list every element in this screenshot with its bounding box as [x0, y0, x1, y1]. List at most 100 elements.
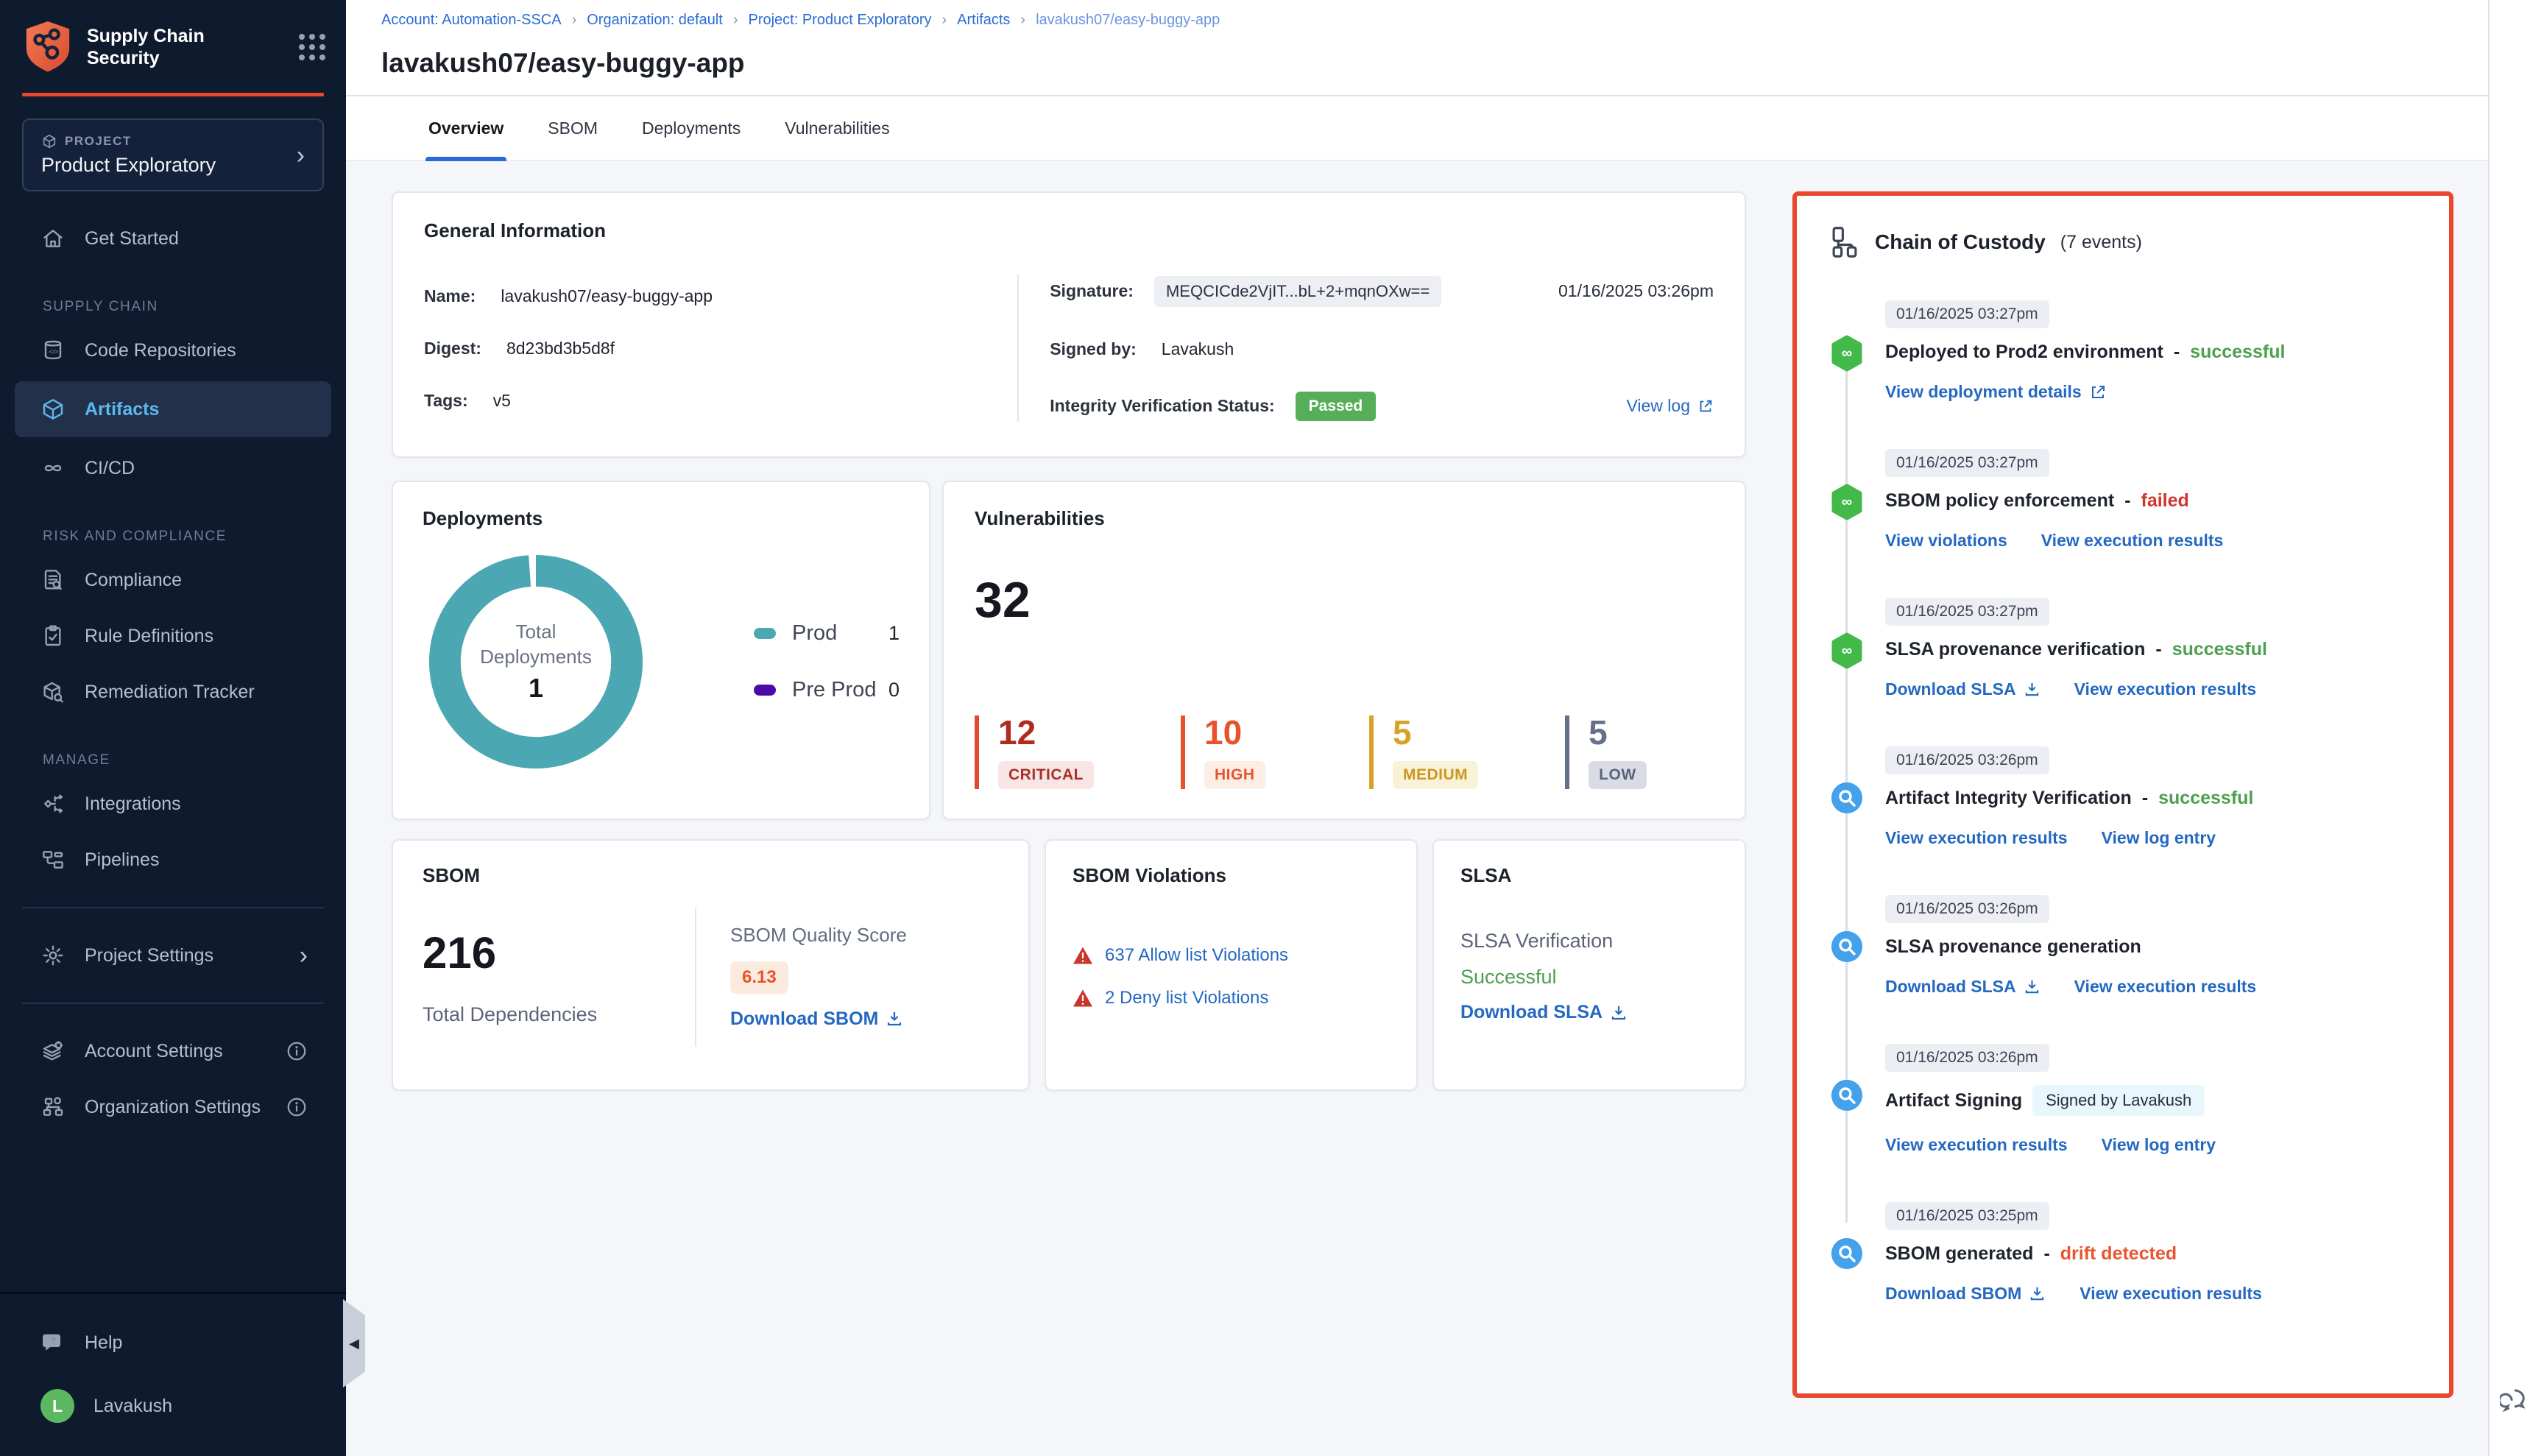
sidebar-item-organization-settings[interactable]: Organization Settings	[0, 1079, 346, 1135]
download-sbom-link[interactable]: Download SBOM	[730, 1008, 907, 1030]
breadcrumb-separator-icon: ›	[733, 12, 738, 29]
event-link[interactable]: Download SBOM	[1885, 1284, 2046, 1304]
download-icon	[2024, 978, 2041, 995]
event-timestamp: 01/16/2025 03:27pm	[1885, 300, 2049, 328]
module-switcher-grid-icon[interactable]	[299, 34, 325, 60]
violation-row: 637 Allow list Violations	[1073, 945, 1390, 966]
event-link[interactable]: View execution results	[2074, 679, 2257, 699]
brand-divider	[22, 93, 324, 96]
user-menu[interactable]: L Lavakush	[0, 1378, 346, 1434]
download-icon	[886, 1010, 903, 1028]
svg-text:</>: </>	[49, 348, 59, 356]
sidebar-item-label: Organization Settings	[85, 1097, 261, 1118]
sidebar-item-ci-cd[interactable]: CI/CD	[0, 440, 346, 496]
vulnerabilities-card: Vulnerabilities 32 12 CRITICAL 10 HIGH 5…	[942, 481, 1746, 820]
cube-icon	[40, 397, 66, 422]
sidebar-item-label: Project Settings	[85, 945, 213, 966]
vulnerabilities-title: Vulnerabilities	[975, 507, 1714, 530]
info-icon[interactable]	[286, 1096, 308, 1118]
sidebar-item-account-settings[interactable]: Account Settings	[0, 1023, 346, 1079]
tab-vulnerabilities[interactable]: Vulnerabilities	[782, 96, 892, 160]
slsa-verification-label: SLSA Verification	[1460, 930, 1718, 953]
event-title: SBOM generated	[1885, 1243, 2033, 1265]
sbom-total: 216	[423, 927, 695, 978]
event-link[interactable]: Download SLSA	[1885, 679, 2041, 699]
sidebar-item-get-started[interactable]: Get Started	[0, 211, 346, 266]
sidebar-item-integrations[interactable]: Integrations	[0, 776, 346, 832]
pipeline-icon	[40, 847, 66, 872]
signed-by-row: Signed by: Lavakush	[1050, 339, 1714, 359]
page-header: Account: Automation-SSCA › Organization:…	[346, 0, 2488, 95]
tab-sbom[interactable]: SBOM	[545, 96, 601, 160]
sidebar-nav: Get Started SUPPLY CHAIN </> Code Reposi…	[0, 211, 346, 1456]
event-links: Download SLSA View execution results	[1885, 679, 2417, 699]
chevron-right-icon: ›	[297, 143, 305, 168]
event-title: Artifact Integrity Verification	[1885, 788, 2132, 809]
sidebar-item-compliance[interactable]: Compliance	[0, 552, 346, 608]
breadcrumb-link[interactable]: Artifacts	[957, 12, 1010, 29]
tab-bar: Overview SBOM Deployments Vulnerabilities	[346, 96, 2488, 161]
sidebar-item-help[interactable]: ? Help	[0, 1315, 346, 1371]
sbom-quality-score-label: SBOM Quality Score	[730, 924, 907, 947]
breadcrumb-link[interactable]: Account: Automation-SSCA	[381, 12, 562, 29]
event-dash: -	[2124, 490, 2130, 512]
breadcrumb: Account: Automation-SSCA › Organization:…	[381, 12, 2488, 29]
breadcrumb-separator-icon: ›	[941, 12, 947, 29]
org-icon	[40, 1095, 66, 1120]
download-slsa-link[interactable]: Download SLSA	[1460, 1002, 1718, 1023]
info-icon[interactable]	[286, 1040, 308, 1062]
violation-link[interactable]: 637 Allow list Violations	[1105, 945, 1288, 966]
general-info-field: Digest: 8d23bd3b5d8f	[424, 339, 986, 358]
event-badge: Signed by Lavakush	[2032, 1085, 2205, 1116]
signed-by-value: Lavakush	[1162, 339, 1234, 359]
pipeline-event-icon: ∞	[1829, 334, 1865, 372]
sbom-total-label: Total Dependencies	[423, 1003, 695, 1026]
breadcrumb-link[interactable]: lavakush07/easy-buggy-app	[1036, 12, 1220, 29]
event-links: View deployment details	[1885, 382, 2417, 402]
sidebar-item-project-settings[interactable]: Project Settings ›	[0, 927, 346, 983]
event-link[interactable]: View execution results	[2074, 977, 2257, 997]
event-link[interactable]: View violations	[1885, 531, 2007, 551]
event-status: successful	[2172, 639, 2267, 660]
chain-event: ∞ 01/16/2025 03:27pm SLSA provenance ver…	[1829, 598, 2417, 746]
event-link[interactable]: Download SLSA	[1885, 977, 2041, 997]
event-link[interactable]: View log entry	[2102, 1135, 2216, 1155]
page-title: lavakush07/easy-buggy-app	[381, 48, 2488, 79]
event-link[interactable]: View execution results	[1885, 828, 2068, 848]
feedback-chat-icon[interactable]	[2500, 1387, 2534, 1418]
event-title: Artifact Signing	[1885, 1090, 2022, 1112]
tab-deployments[interactable]: Deployments	[639, 96, 743, 160]
sidebar-item-pipelines[interactable]: Pipelines	[0, 832, 346, 888]
slsa-card: SLSA SLSA Verification Successful Downlo…	[1432, 839, 1746, 1091]
home-icon	[40, 226, 66, 251]
event-link[interactable]: View execution results	[1885, 1135, 2068, 1155]
view-log-link[interactable]: View log	[1626, 396, 1714, 416]
legend-label: Prod	[792, 621, 837, 646]
tab-overview[interactable]: Overview	[425, 96, 506, 160]
event-link[interactable]: View execution results	[2041, 531, 2224, 551]
violation-link[interactable]: 2 Deny list Violations	[1105, 988, 1268, 1008]
sbom-title: SBOM	[423, 864, 999, 887]
ssca-event-icon	[1829, 929, 1865, 964]
sidebar-item-code-repositories[interactable]: </> Code Repositories	[0, 322, 346, 378]
ssca-event-icon	[1829, 1078, 1865, 1113]
event-link[interactable]: View deployment details	[1885, 382, 2107, 402]
chain-event: ∞ 01/16/2025 03:27pm Deployed to Prod2 e…	[1829, 300, 2417, 449]
sidebar-item-artifacts[interactable]: Artifacts	[15, 381, 331, 437]
event-dash: -	[2155, 639, 2161, 660]
project-name: Product Exploratory	[41, 154, 216, 177]
severity-badge: CRITICAL	[998, 761, 1094, 789]
breadcrumb-link[interactable]: Project: Product Exploratory	[748, 12, 931, 29]
event-link[interactable]: View log entry	[2102, 828, 2216, 848]
legend-row: Pre Prod 0	[754, 678, 900, 702]
sidebar-item-rule-definitions[interactable]: Rule Definitions	[0, 608, 346, 664]
chevron-right-icon: ›	[300, 943, 308, 968]
project-selector[interactable]: PROJECT Product Exploratory ›	[22, 119, 324, 191]
external-icon	[2089, 384, 2107, 401]
event-timestamp: 01/16/2025 03:26pm	[1885, 1044, 2049, 1072]
event-link[interactable]: View execution results	[2080, 1284, 2262, 1304]
sidebar-item-remediation-tracker[interactable]: Remediation Tracker	[0, 664, 346, 720]
infinity-icon	[40, 456, 66, 481]
breadcrumb-link[interactable]: Organization: default	[587, 12, 723, 29]
pipeline-event-icon: ∞	[1829, 483, 1865, 521]
